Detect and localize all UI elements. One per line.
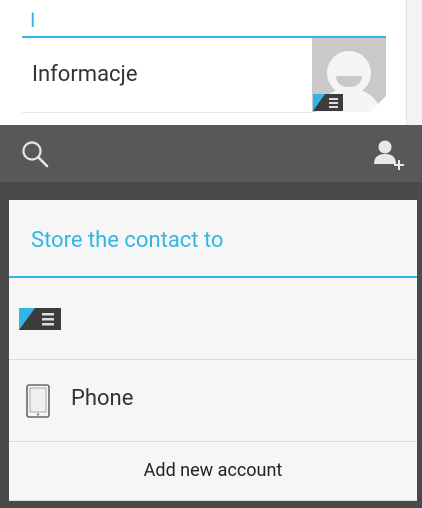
add-contact-icon[interactable] — [372, 138, 406, 172]
sim-card-icon — [313, 94, 343, 111]
option-phone-label: Phone — [71, 386, 134, 411]
search-icon[interactable] — [20, 139, 50, 169]
contact-list-panel: I Informacje — [0, 0, 407, 125]
contact-list-item[interactable]: Informacje — [22, 38, 312, 113]
contact-name: Informacje — [32, 62, 138, 87]
action-bar — [0, 125, 422, 182]
section-letter: I — [30, 8, 36, 32]
add-new-account-label: Add new account — [143, 460, 283, 481]
phone-icon — [26, 384, 50, 418]
dialog-title: Store the contact to — [31, 228, 224, 253]
option-sim[interactable] — [9, 278, 417, 360]
store-contact-dialog: Store the contact to Phone Add new accou… — [9, 200, 417, 501]
option-phone[interactable]: Phone — [9, 360, 417, 442]
sim-card-icon — [19, 308, 61, 330]
contact-list-area: I Informacje — [0, 0, 422, 125]
add-new-account-button[interactable]: Add new account — [9, 442, 417, 501]
